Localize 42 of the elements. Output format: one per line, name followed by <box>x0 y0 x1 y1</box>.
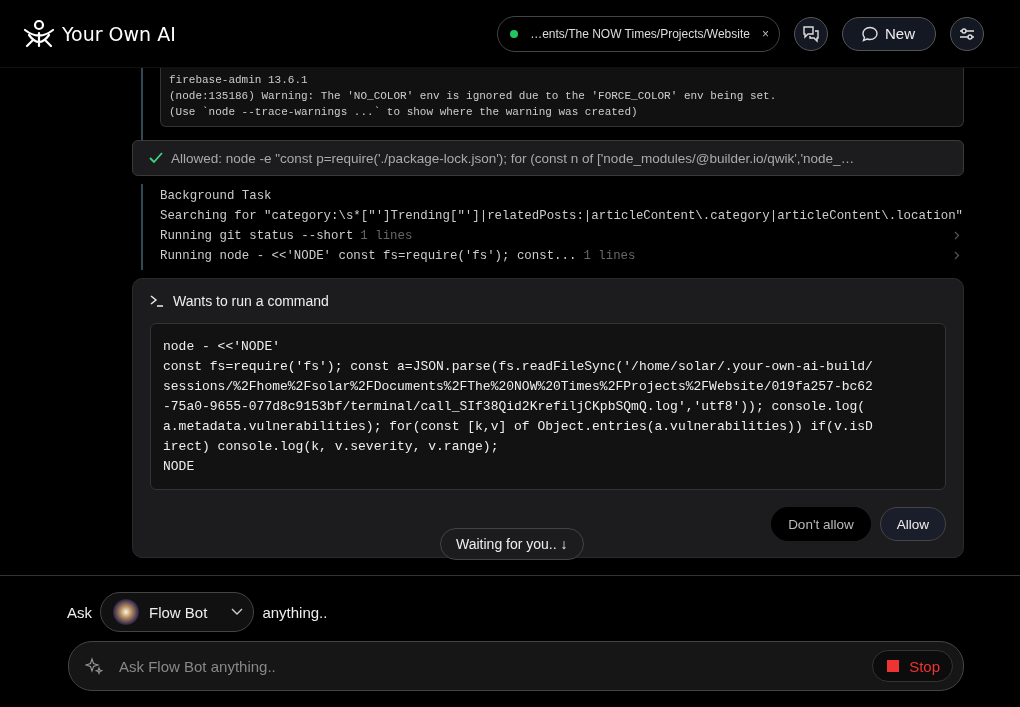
terminal-icon <box>150 295 164 307</box>
code-line: -75a0-9655-077d8c9153bf/terminal/call_SIf38Qid2KrefiljCKpbSQmQ.log','utf8')); console.log( <box>163 398 867 416</box>
task-text: Running node - <<'NODE' const fs=require('fs'); const... <box>160 249 577 263</box>
output-line: (node:135186) Warning: The 'NO_COLOR' env is ignored due to the 'FORCE_COLOR' env being set. <box>169 89 778 104</box>
code-line: a.metadata.vulnerabilities); for(const [k,v] of Object.entries(a.vulnerabilities)) if(v.isD <box>163 418 874 436</box>
allow-button[interactable]: Allow <box>879 507 946 541</box>
code-line: const fs=require('fs'); const a=JSON.parse(fs.readFileSync('/home/solar/.your-own-ai-build/ <box>163 358 874 376</box>
code-line: irect) console.log(k, v.severity, v.range); <box>163 438 500 456</box>
chat-bubble-icon <box>861 24 879 43</box>
message-input[interactable]: Ask Flow Bot anything.. Stop <box>68 641 964 691</box>
avatar-icon <box>113 599 139 625</box>
permission-title: Wants to run a command <box>173 293 329 309</box>
chevron-icon[interactable] <box>954 251 960 260</box>
code-line: NODE <box>163 458 196 476</box>
deny-button[interactable]: Don't allow <box>771 507 871 541</box>
project-path: …ents/The NOW Times/Projects/Website <box>530 26 750 41</box>
output-line: (Use `node --trace-warnings ...` to show where the warning was created) <box>169 105 639 120</box>
sparkle-icon <box>85 657 103 675</box>
check-icon <box>149 152 163 164</box>
line-count: 1 lines <box>583 249 636 263</box>
code-line: node - <<'NODE' <box>163 338 282 356</box>
agent-dropdown[interactable]: Flow Bot <box>100 592 255 632</box>
chevron-icon[interactable] <box>954 231 960 240</box>
ask-label: Ask <box>67 603 92 621</box>
code-line: sessions/%2Fhome%2Fsolar%2FDocuments%2FThe%20NOW%20Times%2FProjects%2FWebsite/019fa257-bc62 <box>163 378 874 396</box>
ask-suffix: anything.. <box>262 603 328 621</box>
scroll-down-button[interactable]: Waiting for you.. ↓ <box>440 528 584 560</box>
logo-icon <box>22 18 56 49</box>
output-line: firebase-admin 13.6.1 <box>169 73 309 88</box>
task-text: Background Task <box>160 189 272 203</box>
line-count: 1 lines <box>360 229 413 243</box>
caret-icon <box>231 608 244 616</box>
close-button[interactable]: × <box>761 26 769 41</box>
allowed-text: Allowed: node -e "const p=require('./package-lock.json'); for (const n of ['node_modules/@builder.io/qwik','node_… <box>171 150 855 166</box>
settings-button[interactable] <box>950 16 984 51</box>
stop-button[interactable]: Stop <box>872 650 953 682</box>
task-text: Searching for "category:\s*["']Trending["']|relatedPosts:|articleContent\.category|articleContent\.location" <box>160 209 964 223</box>
task-text: Running git status --short <box>160 229 354 243</box>
brand-name: Your Own AI <box>62 22 176 45</box>
chats-button[interactable] <box>794 16 828 51</box>
chat-bubbles-icon <box>802 24 820 43</box>
new-button[interactable]: New <box>842 16 936 51</box>
